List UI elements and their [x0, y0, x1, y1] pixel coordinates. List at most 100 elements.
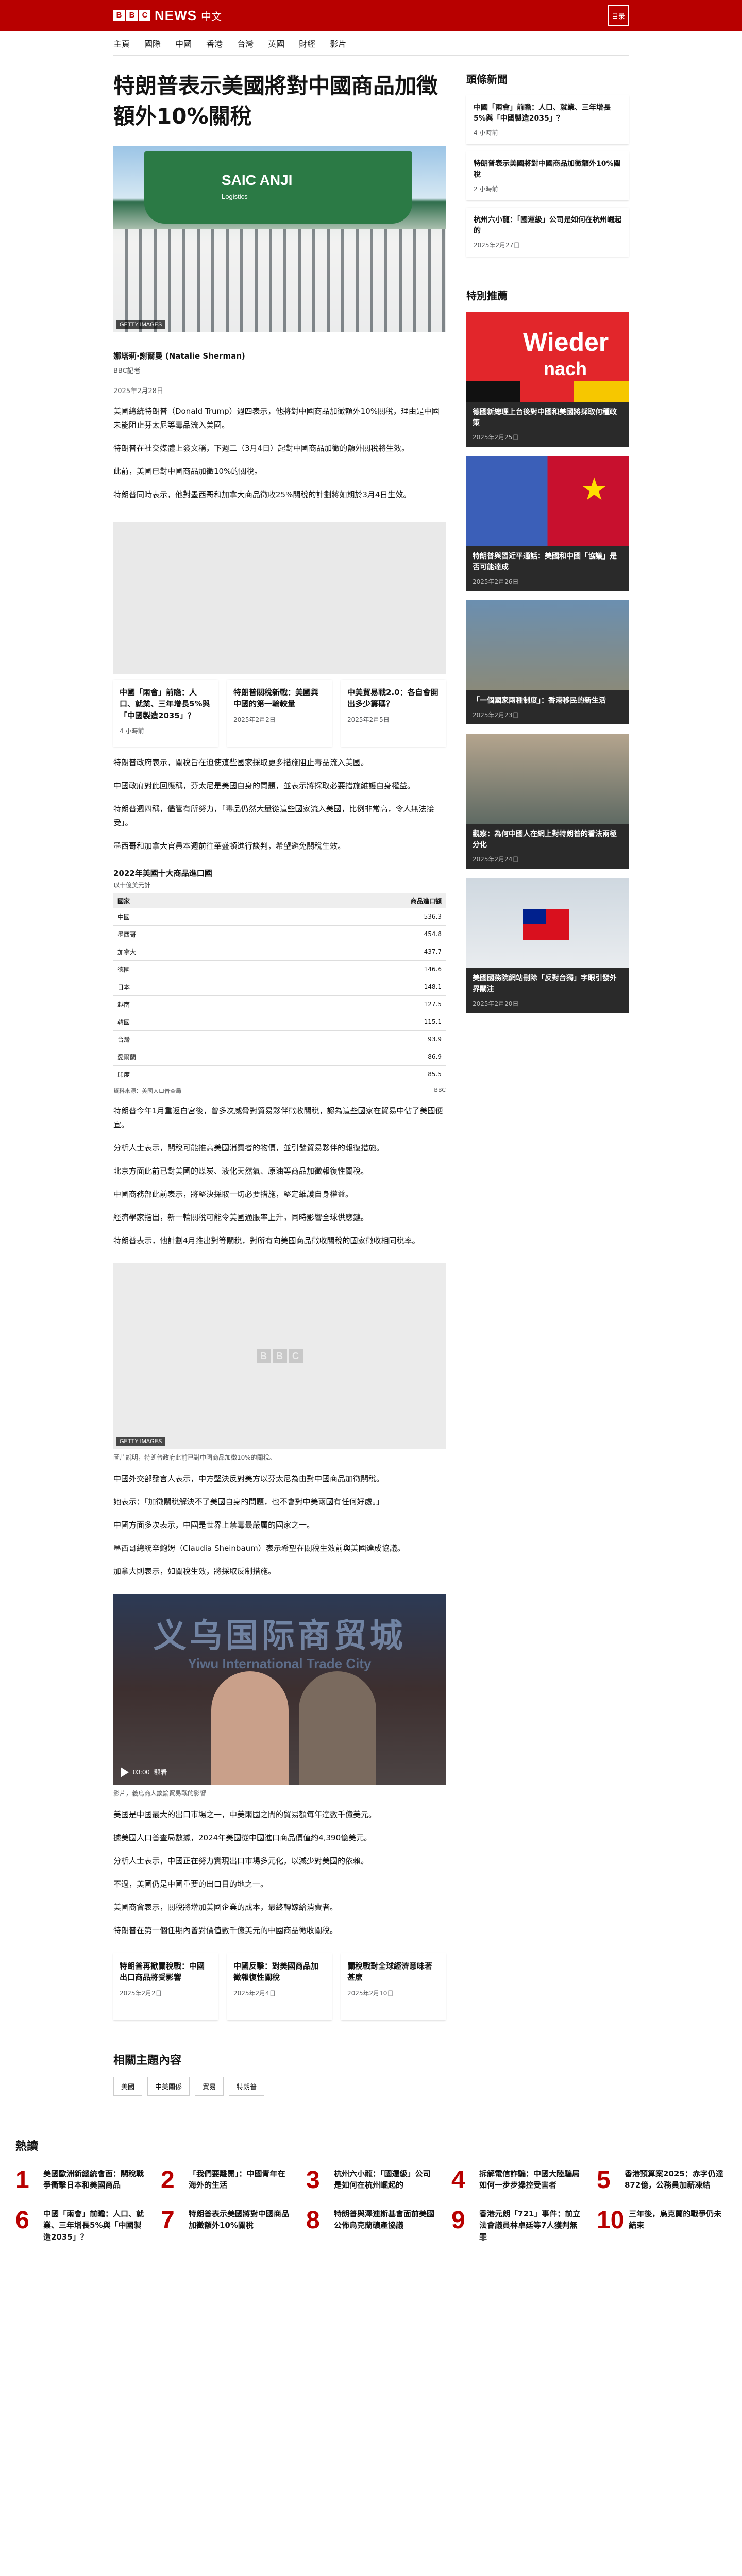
- article-paragraph: 分析人士表示，中國正在努力實現出口市場多元化，以減少對美國的依賴。: [113, 1856, 369, 1866]
- feature-card[interactable]: 美國國務院網站刪除「反對台獨」字眼引發外界關注 2025年2月20日: [466, 878, 629, 1013]
- table-cell: 454.8: [248, 925, 446, 943]
- most-read-title-text: 香港元朗「721」事件：前立法會議員林卓廷等7人獲判無罪: [479, 2209, 581, 2242]
- table-header-row: 國家 商品進口額: [113, 893, 446, 908]
- most-read-item[interactable]: 9 香港元朗「721」事件：前立法會議員林卓廷等7人獲判無罪: [451, 2208, 581, 2243]
- feature-title: 「一個國家兩種制度」：香港移民的新生活: [473, 697, 606, 705]
- feature-image: [466, 600, 629, 690]
- related-card-date: 2025年2月2日: [120, 1989, 162, 1997]
- table-source: 資料來源：美國人口普查局: [113, 1087, 181, 1094]
- article-paragraph: 中國外交部發言人表示，中方堅決反對美方以芬太尼為由對中國商品加徵關稅。: [113, 1473, 384, 1483]
- nav-taiwan[interactable]: 台灣: [237, 37, 254, 49]
- masthead: B B C NEWS 中文 目录: [0, 0, 742, 31]
- most-read-item[interactable]: 10 三年後，烏克蘭的戰爭仍未結束: [597, 2208, 727, 2243]
- article-paragraph: 加拿大則表示，如關稅生效，將採取反制措施。: [113, 1566, 276, 1576]
- article-paragraph: 據美國人口普查局數據，2024年美國從中國進口商品價值約4,390億美元。: [113, 1833, 372, 1842]
- feature-card[interactable]: 「一個國家兩種制度」：香港移民的新生活 2025年2月23日: [466, 600, 629, 724]
- feature-card[interactable]: Wieder nach 德國新總理上台後對中國和美國將採取何種政策 2025年2…: [466, 312, 629, 447]
- related-card[interactable]: 中國反擊：對美國商品加徵報復性關稅 2025年2月4日: [227, 1953, 332, 2020]
- bbc-block-c: C: [288, 1348, 303, 1363]
- ship-sub: Logistics: [222, 192, 248, 200]
- top-story-title: 杭州六小龍：「國運級」公司是如何在杭州崛起的: [474, 216, 621, 235]
- top-story-card[interactable]: 中國「兩會」前瞻：人口、就業、三年增長5%與「中國製造2035」？ 4 小時前: [466, 95, 629, 144]
- main-navigation: 主頁 國際 中國 香港 台灣 英國 財經 影片: [113, 31, 629, 56]
- author-name: 娜塔莉·謝爾曼 (Natalie Sherman): [113, 351, 245, 361]
- bbc-block-b1: B: [113, 10, 125, 21]
- most-read-item[interactable]: 4 拆解電信詐騙：中國大陸騙局如何一步步操控受害者: [451, 2167, 581, 2193]
- photo-caption: 圖片說明，特朗普政府此前已對中國商品加徵10%的關稅。: [113, 1453, 276, 1461]
- top-story-date: 2025年2月27日: [474, 242, 520, 249]
- related-card[interactable]: 中美貿易戰2.0：各自會開出多少籌碼？ 2025年2月5日: [341, 679, 446, 747]
- article-paragraph: 美國總統特朗普（Donald Trump）週四表示，他將對中國商品加徵額外10%…: [113, 406, 440, 430]
- table-cell: 德國: [113, 960, 249, 978]
- feature-card[interactable]: 觀察：為何中國人在網上對特朗普的看法兩極分化 2025年2月24日: [466, 734, 629, 869]
- top-story-card[interactable]: 特朗普表示美國將對中國商品加徵額外10%關稅 2 小時前: [466, 151, 629, 200]
- video-person-woman: [211, 1671, 289, 1785]
- most-read-item[interactable]: 5 香港預算案2025：赤字仍達872億，公務員加薪凍結: [597, 2166, 727, 2194]
- related-card[interactable]: 特朗普再掀關稅戰：中國出口商品將受影響 2025年2月2日: [113, 1953, 218, 2020]
- video-player[interactable]: 义乌国际商贸城 Yiwu International Trade City 03…: [113, 1594, 446, 1785]
- feature-body: 特朗普與習近平通話：美國和中國「協議」是否可能達成 2025年2月26日: [466, 546, 629, 591]
- parked-cars: [113, 228, 446, 332]
- related-topic-tags: 美國 中美關係 貿易 特朗普: [113, 2076, 446, 2096]
- rank-number: 5: [597, 2166, 611, 2194]
- feature-date: 2025年2月24日: [473, 856, 519, 863]
- ad-placeholder: [113, 522, 446, 674]
- video-caption: 影片，義烏商人談論貿易戰的影響: [113, 1789, 207, 1797]
- most-read-item[interactable]: 7 特朗普表示美國將對中國商品加徵額外10%關稅: [161, 2208, 291, 2243]
- article-paragraph: 特朗普在社交媒體上發文稱，下週二（3月4日）起對中國商品加徵的額外關稅將生效。: [113, 443, 410, 453]
- top-stories-title: 頭條新聞: [466, 73, 508, 86]
- article-paragraph: 特朗普政府表示，關稅旨在迫使這些國家採取更多措施阻止毒品流入美國。: [113, 757, 369, 767]
- table-row: 德國 146.6: [113, 960, 446, 978]
- most-read-item[interactable]: 8 特朗普與澤連斯基會面前美國公佈烏克蘭礦產協議: [306, 2208, 436, 2243]
- feature-image-text: nach: [544, 358, 587, 379]
- top-story-title: 特朗普表示美國將對中國商品加徵額外10%關稅: [474, 160, 621, 179]
- photo-credit: GETTY IMAGES: [116, 1437, 165, 1446]
- menu-button[interactable]: 目录: [608, 5, 629, 26]
- feature-date: 2025年2月20日: [473, 1000, 519, 1007]
- feature-body: 「一個國家兩種制度」：香港移民的新生活 2025年2月23日: [466, 690, 629, 724]
- logo-sub-text: 中文: [201, 10, 222, 23]
- nav-world[interactable]: 國際: [144, 37, 161, 49]
- article-paragraph: 此前，美國已對中國商品加徵10%的關稅。: [113, 466, 262, 476]
- most-read-item[interactable]: 1 美國歐洲新總統會面：關稅戰爭衝擊日本和美國商品: [15, 2167, 145, 2193]
- topic-tag[interactable]: 美國: [113, 2076, 143, 2096]
- menu-icon: 目录: [611, 12, 625, 21]
- author-role: BBC記者: [113, 367, 141, 375]
- nav-uk[interactable]: 英國: [268, 37, 284, 49]
- nav-video[interactable]: 影片: [330, 37, 346, 49]
- play-button[interactable]: 03:00 觀看: [121, 1767, 167, 1777]
- feature-card[interactable]: ★ 特朗普與習近平通話：美國和中國「協議」是否可能達成 2025年2月26日: [466, 456, 629, 591]
- nav-hongkong[interactable]: 香港: [206, 37, 223, 49]
- related-card[interactable]: 特朗普關稅新戰：美國與中國的第一輪較量 2025年2月2日: [227, 679, 332, 747]
- feature-date: 2025年2月26日: [473, 578, 519, 585]
- page-bottom-spacer: [0, 2243, 742, 2274]
- video-sign-chinese: 义乌国际商贸城: [153, 1617, 406, 1655]
- topic-tag[interactable]: 中美關係: [147, 2076, 190, 2096]
- feature-image: ★: [466, 456, 629, 546]
- nav-home[interactable]: 主頁: [113, 37, 130, 49]
- table-cell: 台灣: [113, 1030, 249, 1048]
- related-card[interactable]: 關稅戰對全球經濟意味著甚麼 2025年2月10日: [341, 1953, 446, 2020]
- nav-china[interactable]: 中國: [175, 37, 192, 49]
- table-footer: 資料來源：美國人口普查局 BBC: [113, 1087, 446, 1095]
- bbc-block-c: C: [139, 10, 150, 21]
- most-read-item[interactable]: 2 「我們要離開」：中國青年在海外的生活: [161, 2167, 291, 2193]
- most-read-item[interactable]: 6 中國「兩會」前瞻：人口、就業、三年增長5%與「中國製造2035」？: [15, 2208, 145, 2243]
- video-duration: 03:00: [133, 1768, 150, 1776]
- top-story-card[interactable]: 杭州六小龍：「國運級」公司是如何在杭州崛起的 2025年2月27日: [466, 208, 629, 257]
- rank-number: 9: [451, 2206, 465, 2234]
- rank-number: 7: [161, 2206, 175, 2234]
- most-read-item[interactable]: 3 杭州六小龍：「國運級」公司是如何在杭州崛起的: [306, 2167, 436, 2193]
- related-card[interactable]: 中國「兩會」前瞻：人口、就業、三年增長5%與「中國製造2035」？ 4 小時前: [113, 679, 218, 747]
- article-paragraph: 中國方面多次表示，中國是世界上禁毒最嚴厲的國家之一。: [113, 1520, 315, 1530]
- bbc-news-logo[interactable]: B B C NEWS 中文: [113, 8, 222, 24]
- most-read-title: 熱讀: [15, 2140, 39, 2153]
- topic-tag[interactable]: 特朗普: [229, 2076, 265, 2096]
- table-header-value: 商品進口額: [248, 893, 446, 908]
- feature-date: 2025年2月25日: [473, 434, 519, 441]
- most-read-title-text: 「我們要離開」：中國青年在海外的生活: [189, 2168, 285, 2190]
- topic-tag[interactable]: 貿易: [195, 2076, 224, 2096]
- feature-body: 觀察：為何中國人在網上對特朗普的看法兩極分化 2025年2月24日: [466, 824, 629, 869]
- table-cell: 93.9: [248, 1030, 446, 1048]
- nav-business[interactable]: 財經: [299, 37, 315, 49]
